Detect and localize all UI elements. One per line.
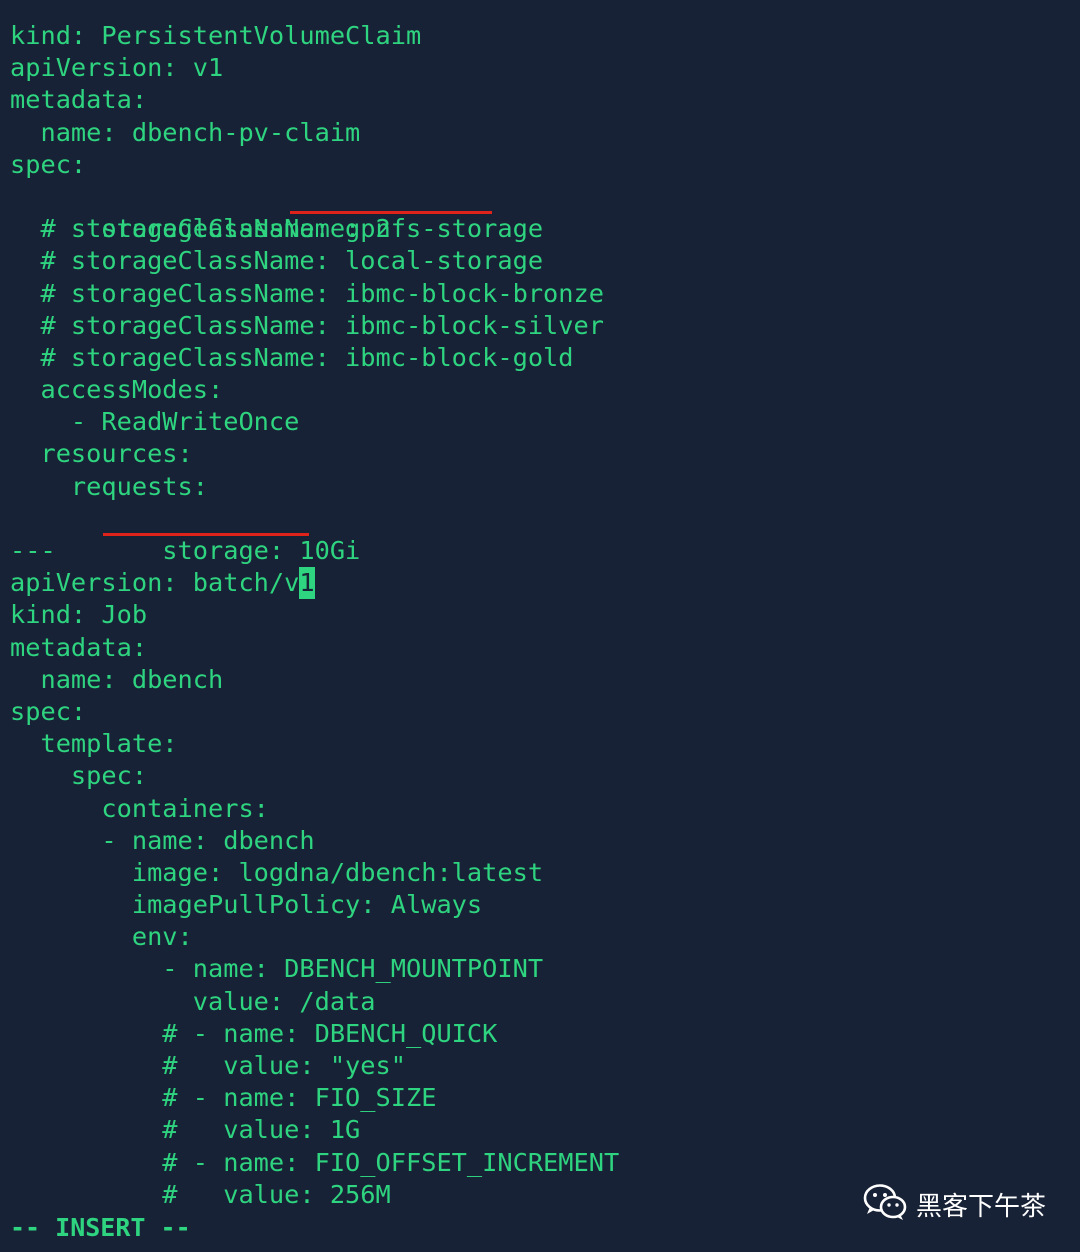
- code-line: imagePullPolicy: Always: [10, 890, 483, 920]
- code-line: # storageClassName: ibmc-block-gold: [10, 342, 574, 372]
- code-line: # - name: FIO_OFFSET_INCREMENT: [10, 1147, 620, 1177]
- wechat-icon: [862, 1182, 908, 1226]
- code-line: # value: "yes": [10, 1051, 406, 1080]
- code-line-highlighted: storageClassName: nfs-storage: [10, 181, 619, 243]
- code-line: - name: DBENCH_MOUNTPOINT: [10, 954, 544, 984]
- code-line: # value: 256M: [10, 1179, 391, 1209]
- code-line: metadata:: [10, 632, 148, 662]
- code-line: spec:: [10, 696, 87, 726]
- watermark: 黑客下午茶: [862, 1182, 1046, 1226]
- code-line: apiVersion: v1: [10, 53, 224, 83]
- code-line: requests:: [10, 471, 208, 501]
- code-line: template:: [10, 729, 178, 759]
- code-line: spec:: [10, 761, 148, 791]
- code-line: env:: [10, 922, 193, 952]
- code-line-highlighted: storage: 10Gi: [10, 503, 619, 565]
- code-line: # storageClassName: gp2: [10, 214, 391, 244]
- code-line: containers:: [10, 793, 269, 823]
- code-line: - ReadWriteOnce: [10, 407, 300, 437]
- code-line-with-cursor: apiVersion: batch/v1: [10, 567, 619, 600]
- code-line: name: dbench: [10, 664, 224, 694]
- code-line: # value: 1G: [10, 1115, 361, 1145]
- code-line: resources:: [10, 439, 193, 469]
- code-line: - name: dbench: [10, 825, 315, 855]
- code-line: # storageClassName: local-storage: [10, 246, 544, 276]
- code-line: spec:: [10, 149, 87, 179]
- code-line: kind: Job: [10, 600, 148, 630]
- watermark-text: 黑客下午茶: [916, 1191, 1047, 1222]
- code-line: metadata:: [10, 85, 148, 115]
- code-line: accessModes:: [10, 375, 224, 405]
- code-line: # - name: DBENCH_QUICK: [10, 1018, 498, 1048]
- code-line: ---: [10, 536, 56, 565]
- code-line-text: apiVersion: batch/v: [10, 568, 300, 598]
- editor-buffer[interactable]: kind: PersistentVolumeClaim apiVersion: …: [10, 20, 619, 1211]
- code-line: kind: PersistentVolumeClaim: [10, 21, 422, 50]
- code-line: # storageClassName: ibmc-block-silver: [10, 310, 604, 340]
- vim-mode-indicator: -- INSERT --: [10, 1213, 191, 1242]
- code-line: name: dbench-pv-claim: [10, 117, 361, 147]
- code-line: # storageClassName: ibmc-block-bronze: [10, 278, 604, 308]
- text-cursor[interactable]: 1: [299, 567, 315, 600]
- code-line: image: logdna/dbench:latest: [10, 857, 544, 887]
- code-line: value: /data: [10, 986, 376, 1016]
- code-line: # - name: FIO_SIZE: [10, 1083, 437, 1113]
